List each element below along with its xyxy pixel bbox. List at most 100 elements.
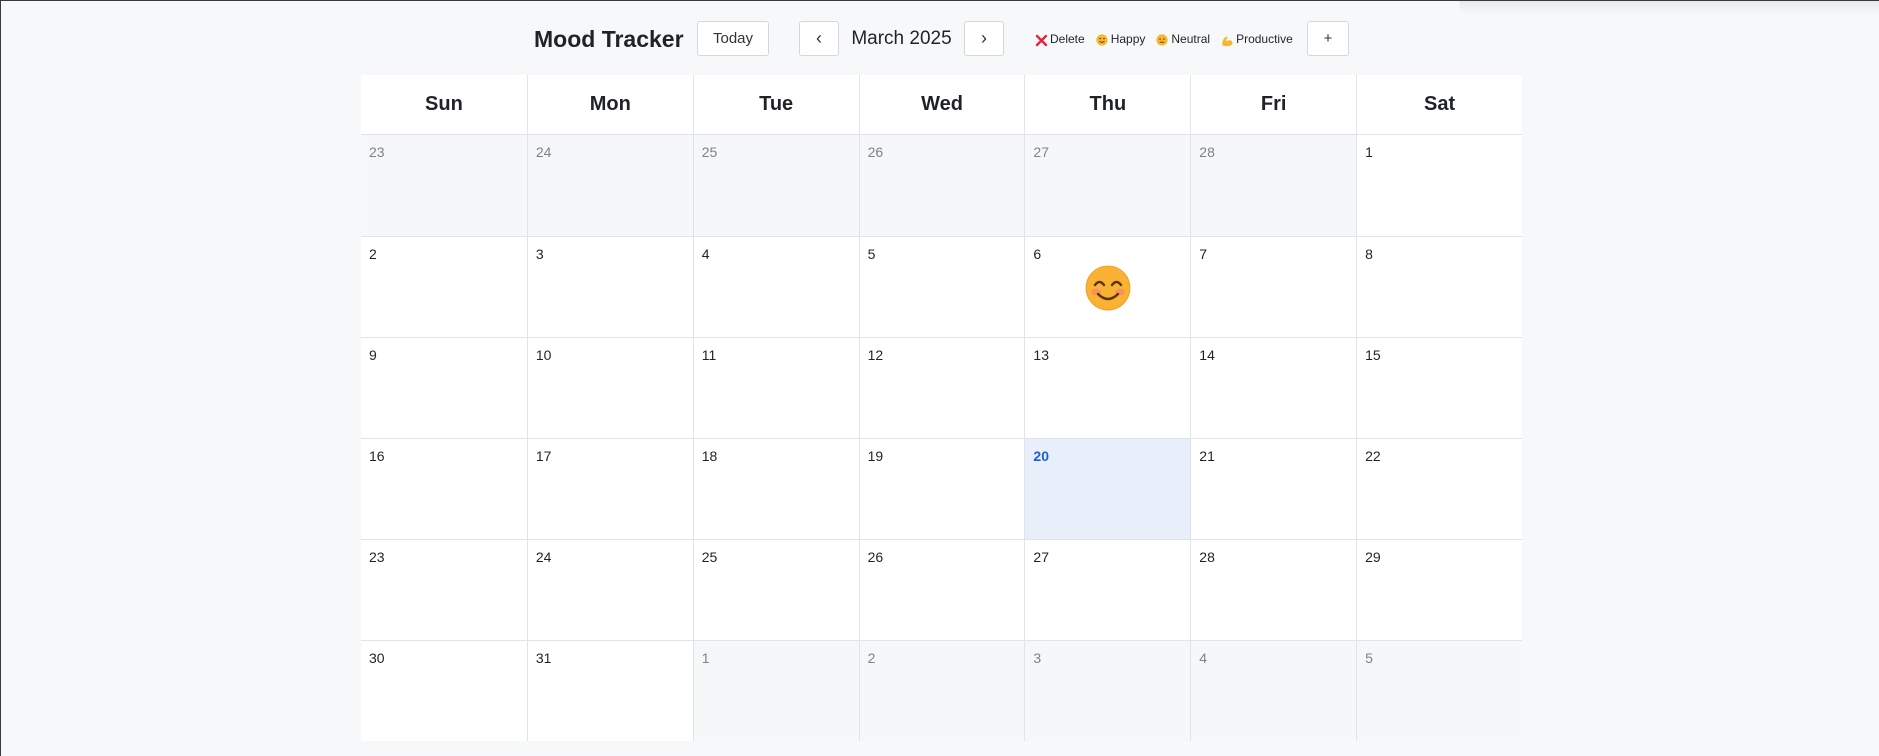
day-cell[interactable]: 2 xyxy=(361,236,527,337)
mood-legend: Delete Happy Neutral Productive xyxy=(1034,21,1293,56)
day-grid: 23 24 25 26 27 28 1 2 3 4 5 6 7 8 9 10 11 12 13 14 15 16 17 18 1… xyxy=(361,135,1522,741)
day-number: 4 xyxy=(701,246,710,262)
weekday-fri: Fri xyxy=(1190,75,1356,134)
day-number: 24 xyxy=(535,144,552,160)
day-cell[interactable]: 28 xyxy=(1190,539,1357,640)
day-number: 23 xyxy=(369,549,385,565)
window-shadow xyxy=(1459,1,1879,15)
day-number: 8 xyxy=(1365,246,1373,262)
day-number: 7 xyxy=(1199,246,1208,262)
day-cell[interactable]: 2 xyxy=(858,640,1025,741)
day-number: 30 xyxy=(369,650,385,666)
day-cell[interactable]: 29 xyxy=(1356,539,1522,640)
day-cell[interactable]: 11 xyxy=(692,337,859,438)
day-number: 4 xyxy=(1199,650,1208,666)
day-number: 24 xyxy=(535,549,552,565)
day-cell[interactable]: 3 xyxy=(526,236,693,337)
today-button[interactable]: Today xyxy=(697,21,769,56)
day-number: 28 xyxy=(1199,549,1215,565)
day-number: 27 xyxy=(1033,549,1049,565)
chevron-right-icon: › xyxy=(981,28,987,48)
legend-label: Happy xyxy=(1110,31,1146,46)
day-number: 5 xyxy=(867,246,876,262)
month-calendar: Sun Mon Tue Wed Thu Fri Sat 23 24 25 26 27 28… xyxy=(361,75,1522,741)
day-number: 31 xyxy=(535,650,552,666)
weekday-wed: Wed xyxy=(858,75,1025,134)
day-cell[interactable]: 21 xyxy=(1190,438,1357,539)
next-month-button[interactable]: › xyxy=(964,21,1004,56)
day-number: 14 xyxy=(1199,347,1215,363)
prev-month-button[interactable]: ‹ xyxy=(799,21,839,56)
flexed-biceps-icon xyxy=(1220,33,1234,47)
day-cell[interactable]: 17 xyxy=(526,438,693,539)
legend-productive[interactable]: Productive xyxy=(1220,30,1293,47)
day-number: 2 xyxy=(867,650,876,666)
day-cell[interactable]: 26 xyxy=(858,135,1025,236)
smiling-face-icon[interactable] xyxy=(1085,265,1131,311)
day-cell[interactable]: 26 xyxy=(858,539,1025,640)
weekday-thu: Thu xyxy=(1024,75,1190,134)
day-number: 3 xyxy=(535,246,544,262)
day-cell[interactable]: 12 xyxy=(858,337,1025,438)
day-cell[interactable]: 1 xyxy=(692,640,859,741)
day-cell[interactable]: 9 xyxy=(361,337,527,438)
day-cell[interactable]: 18 xyxy=(692,438,859,539)
day-cell[interactable]: 4 xyxy=(692,236,859,337)
day-cell[interactable]: 4 xyxy=(1190,640,1357,741)
day-cell[interactable]: 19 xyxy=(858,438,1025,539)
day-number: 23 xyxy=(369,144,385,160)
day-number: 21 xyxy=(1199,448,1215,464)
day-cell[interactable]: 23 xyxy=(361,539,527,640)
day-number: 22 xyxy=(1365,448,1381,464)
neutral-face-icon xyxy=(1155,33,1169,47)
weekday-mon: Mon xyxy=(526,75,693,134)
day-cell[interactable]: 16 xyxy=(361,438,527,539)
day-number: 17 xyxy=(535,448,552,464)
legend-delete[interactable]: Delete xyxy=(1034,30,1085,47)
day-cell[interactable]: 31 xyxy=(526,640,693,741)
day-number: 15 xyxy=(1365,347,1381,363)
day-cell[interactable]: 28 xyxy=(1190,135,1357,236)
weekday-tue: Tue xyxy=(692,75,859,134)
day-cell[interactable]: 8 xyxy=(1356,236,1522,337)
app-title: Mood Tracker xyxy=(534,26,684,52)
day-number: 25 xyxy=(701,144,718,160)
day-number: 9 xyxy=(369,347,377,363)
add-mood-button[interactable]: + xyxy=(1307,21,1349,56)
day-cell[interactable]: 5 xyxy=(1356,640,1522,741)
day-cell[interactable]: 27 xyxy=(1024,135,1191,236)
day-cell[interactable]: 14 xyxy=(1190,337,1357,438)
day-number: 27 xyxy=(1033,144,1049,160)
day-cell[interactable]: 23 xyxy=(361,135,527,236)
day-cell[interactable]: 6 xyxy=(1024,236,1191,337)
day-cell[interactable]: 25 xyxy=(692,135,859,236)
day-number: 28 xyxy=(1199,144,1215,160)
day-cell[interactable]: 1 xyxy=(1356,135,1522,236)
day-cell[interactable]: 24 xyxy=(526,539,693,640)
day-cell[interactable]: 22 xyxy=(1356,438,1522,539)
day-cell[interactable]: 15 xyxy=(1356,337,1522,438)
day-cell[interactable]: 3 xyxy=(1024,640,1191,741)
weekday-header: Sun Mon Tue Wed Thu Fri Sat xyxy=(361,75,1522,135)
legend-neutral[interactable]: Neutral xyxy=(1155,30,1210,47)
toolbar: Mood Tracker Today ‹ March 2025 › Delete xyxy=(1,21,1879,57)
day-cell[interactable]: 24 xyxy=(526,135,693,236)
day-cell-today[interactable]: 20 xyxy=(1024,438,1191,539)
day-number: 25 xyxy=(701,549,718,565)
legend-happy[interactable]: Happy xyxy=(1095,30,1146,47)
day-cell[interactable]: 25 xyxy=(692,539,859,640)
day-cell[interactable]: 7 xyxy=(1190,236,1357,337)
chevron-left-icon: ‹ xyxy=(816,28,822,48)
day-cell[interactable]: 13 xyxy=(1024,337,1191,438)
day-cell[interactable]: 10 xyxy=(526,337,693,438)
day-number: 1 xyxy=(701,650,710,666)
day-cell[interactable]: 27 xyxy=(1024,539,1191,640)
day-number: 20 xyxy=(1033,448,1049,464)
day-number: 26 xyxy=(867,144,884,160)
legend-label: Productive xyxy=(1236,31,1293,46)
day-cell[interactable]: 5 xyxy=(858,236,1025,337)
day-number: 2 xyxy=(369,246,377,262)
day-cell[interactable]: 30 xyxy=(361,640,527,741)
legend-label: Neutral xyxy=(1171,31,1211,46)
close-icon xyxy=(1034,33,1048,47)
